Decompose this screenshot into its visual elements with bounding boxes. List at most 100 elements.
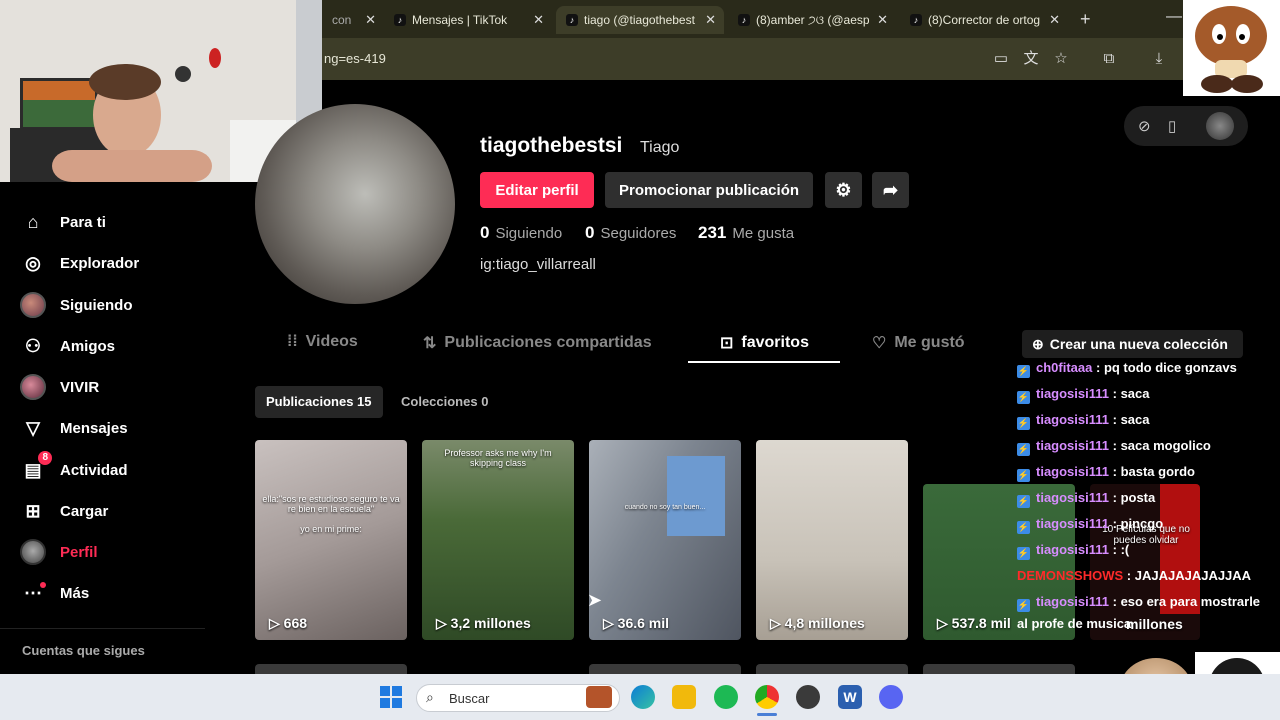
star-icon[interactable]: ☆ [1052,50,1070,68]
video-thumbnail[interactable]: ▷ 4,8 millones [756,440,908,640]
video-thumbnail[interactable] [756,664,908,674]
spotify-icon[interactable] [714,685,738,709]
tab-favorites[interactable]: ⊡ favoritos [720,333,809,353]
sidebar-item-explorador[interactable]: ◎ Explorador [20,248,139,278]
tab-reposts[interactable]: ⇅ Publicaciones compartidas [423,333,652,353]
extensions-icon[interactable]: ⧉ [1100,50,1118,68]
close-icon[interactable]: ✕ [365,12,376,28]
video-thumbnail[interactable] [589,664,741,674]
sidebar-item-label: Siguiendo [60,296,133,314]
stat-label: Me gusta [732,225,795,242]
sidebar-item-vivir[interactable]: VIVIR [20,372,99,402]
file-explorer-icon[interactable] [672,685,696,709]
chat-user: tiagosisi111 [1036,594,1109,609]
chat-message: al profe de musica [1017,616,1131,631]
sidebar-item-perfil[interactable]: Perfil [20,537,98,567]
chrome-icon[interactable] [755,685,779,709]
video-thumbnail[interactable] [923,664,1075,674]
chat-message: ⚡ tiagosisi111 : basta gordo [1017,464,1195,482]
sidebar-item-label: Actividad [60,461,128,479]
view-count: ▷ 4,8 millones [770,615,865,631]
close-icon[interactable]: ✕ [1049,12,1060,28]
sidebar-item-cargar[interactable]: ⊞ Cargar [20,496,108,526]
tiktok-icon: ♪ [910,14,922,26]
tab-title: (8)Corrector de ortog [928,13,1041,27]
tab-liked[interactable]: ♡ Me gustó [872,333,965,353]
browser-tab-active[interactable]: ♪ tiago (@tiagothebest ✕ [556,6,724,34]
browser-tab[interactable]: ♪ Mensajes | TikTok ✕ [384,6,552,34]
view-count-value: 3,2 millones [450,615,531,631]
following-stat[interactable]: 0 Siguiendo [480,223,562,243]
phone-icon[interactable]: ▯ [1168,117,1176,135]
tab-title: Mensajes | TikTok [412,13,508,27]
chat-user: tiagosisi111 [1036,490,1109,505]
stat-value: 231 [698,223,727,242]
chat-message: ⚡ tiagosisi111 : posta [1017,490,1155,508]
chat-message: ⚡ ch0fitaaa : pq todo dice gonzavs [1017,360,1237,378]
button-label: Crear una nueva colección [1049,336,1228,352]
sidebar-item-amigos[interactable]: ⚇ Amigos [20,331,115,361]
address-bar[interactable]: ng=es-419 [322,46,962,72]
sidebar-item-label: VIVIR [60,378,100,396]
edge-icon[interactable] [631,685,655,709]
discord-icon[interactable] [879,685,903,709]
close-icon[interactable]: ✕ [877,12,888,28]
friends-icon: ⚇ [24,335,42,356]
browser-tab[interactable]: ♪ (8)amber ੭ଓ (@aesp ✕ [728,6,896,34]
video-thumbnail[interactable]: Professor asks me why I'm skipping class… [422,440,574,640]
stat-label: Siguiendo [495,225,563,242]
chat-message: DEMONSSHOWS : JAJAJAJAJAJJAA [1017,568,1251,583]
settings-icon[interactable]: ⚙ [825,172,862,208]
subtab-collections[interactable]: Colecciones 0 [401,386,488,418]
close-icon[interactable]: ✕ [533,12,544,28]
minimize-icon[interactable]: — [1166,8,1182,26]
browser-tab[interactable]: con ✕ [322,6,382,34]
chat-text: : basta gordo [1112,464,1195,479]
promote-post-button[interactable]: Promocionar publicación [605,172,813,208]
sidebar-item-siguiendo[interactable]: Siguiendo [20,290,133,320]
tab-title: con [332,13,352,27]
video-thumbnail[interactable]: cuando no soy tan buen... ▷ 36.6 mil [589,440,741,640]
tab-label: Publicaciones compartidas [444,334,652,351]
word-icon[interactable]: W [838,685,862,709]
profile-display-name: Tiago [640,139,680,156]
windows-start-icon[interactable] [380,686,402,708]
sidebar-item-actividad[interactable]: ▤ 8 Actividad [20,451,128,485]
search-highlight-icon[interactable] [586,686,612,708]
install-app-icon[interactable]: ▭ [992,50,1010,68]
new-tab-button[interactable]: + [1080,9,1091,30]
followers-stat[interactable]: 0 Seguidores [585,223,676,243]
chat-message: ⚡ tiagosisi111 : pincgo [1017,516,1163,534]
sidebar-item-mensajes[interactable]: ▽ Mensajes [20,413,127,443]
edit-profile-button[interactable]: Editar perfil [480,172,594,208]
profile-avatar[interactable] [255,104,455,304]
heart-icon: ♡ [872,335,887,352]
download-icon[interactable]: ⤓ [1150,50,1168,68]
new-collection-button[interactable]: ⊕ Crear una nueva colección [1022,330,1243,358]
share-icon[interactable]: ➦ [872,172,909,208]
close-icon[interactable]: ✕ [705,12,716,28]
goomba-sticker [1183,0,1280,96]
sidebar-item-mas[interactable]: ⋯ Más [20,578,89,608]
chat-user: tiagosisi111 [1036,464,1109,479]
tab-videos[interactable]: ⁞⁞ Videos [287,333,358,351]
twitch-badge-icon: ⚡ [1017,599,1030,612]
video-caption: cuando no soy tan buen... [624,504,706,511]
active-app-indicator [757,713,777,716]
compass-icon[interactable]: ⊘ [1138,117,1151,135]
video-caption: Professor asks me why I'm skipping class [444,448,552,468]
view-count-value: 537.8 mil [951,615,1011,631]
video-thumbnail[interactable]: ella:"sos re estudioso seguro te va re b… [255,440,407,640]
subtab-posts[interactable]: Publicaciones 15 [255,386,383,418]
video-thumbnail[interactable] [255,664,407,674]
browser-tab[interactable]: ♪ (8)Corrector de ortog ✕ [900,6,1068,34]
video-caption: ella:"sos re estudioso seguro te va re b… [262,494,400,534]
view-count-value: 4,8 millones [784,615,865,631]
activity-icon: ▤ 8 [20,451,52,483]
avatar[interactable] [1206,112,1234,140]
sidebar-item-para-ti[interactable]: ⌂ Para ti [20,207,106,237]
translate-icon[interactable]: 文 [1022,50,1040,68]
twitch-badge-icon: ⚡ [1017,391,1030,404]
twitch-badge-icon: ⚡ [1017,443,1030,456]
obs-icon[interactable] [796,685,820,709]
